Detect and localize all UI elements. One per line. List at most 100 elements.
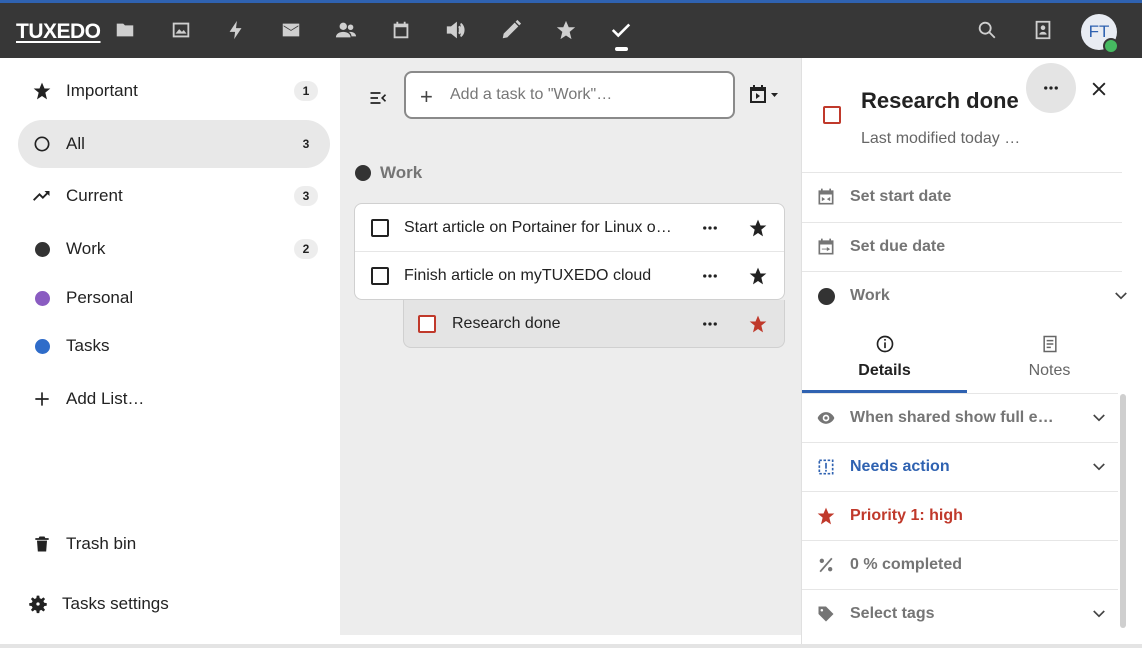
task-checkbox[interactable]: [371, 267, 389, 285]
chevron-down-icon[interactable]: [1112, 287, 1130, 305]
due-date-picker-button[interactable]: [748, 83, 780, 107]
alert-box-icon: [815, 456, 837, 478]
task-row[interactable]: Finish article on myTUXEDO cloud: [355, 252, 784, 300]
sidebar-item-all[interactable]: All 3: [18, 120, 330, 168]
task-more-button[interactable]: [698, 216, 722, 240]
list-group-header: Work: [355, 163, 422, 183]
sidebar-item-label: Current: [66, 186, 123, 205]
plus-icon: [32, 389, 52, 409]
tasks-settings-button[interactable]: Tasks settings: [14, 580, 326, 628]
class-select-row[interactable]: When shared show full event: [802, 393, 1118, 442]
notes-icon[interactable]: [497, 16, 525, 44]
sidebar-item-tasks[interactable]: Tasks: [18, 322, 330, 370]
star-icon[interactable]: [747, 313, 769, 335]
add-task-input[interactable]: [450, 81, 720, 109]
list-color-dot: [815, 285, 837, 307]
plus-icon: +: [420, 84, 433, 109]
sidebar-item-important[interactable]: Important 1: [18, 67, 330, 115]
notes-icon: [1042, 335, 1057, 353]
start-date-label: Set start date: [850, 188, 952, 205]
count-badge: 3: [294, 134, 318, 154]
contacts-icon[interactable]: [332, 16, 360, 44]
chevron-down-icon[interactable]: [1090, 458, 1108, 476]
activity-icon[interactable]: [222, 16, 250, 44]
task-checkbox[interactable]: [371, 218, 389, 237]
announcements-icon[interactable]: [442, 16, 470, 44]
trending-icon: [32, 186, 52, 206]
gear-icon: [28, 594, 48, 614]
status-label: Needs action: [850, 458, 950, 475]
task-list-panel: + Work Start article on Portainer for Li…: [340, 58, 801, 635]
count-badge: 3: [294, 186, 318, 206]
mail-icon[interactable]: [277, 16, 305, 44]
files-icon[interactable]: [111, 16, 139, 44]
subtask-checkbox[interactable]: [418, 315, 436, 333]
photos-icon[interactable]: [167, 16, 195, 44]
search-icon[interactable]: [973, 16, 1001, 44]
percent-icon: [815, 554, 837, 576]
add-list-button[interactable]: Add List…: [18, 375, 330, 423]
calendar-select-row[interactable]: Work: [802, 271, 1127, 320]
sidebar-item-label: Personal: [66, 288, 134, 307]
task-title[interactable]: Start article on Portainer for Linux on …: [404, 219, 674, 237]
task-title[interactable]: Finish article on myTUXEDO cloud: [404, 267, 674, 285]
task-more-button[interactable]: [698, 312, 722, 336]
status-select-row[interactable]: Needs action: [802, 442, 1118, 491]
close-details-button[interactable]: [1086, 76, 1112, 102]
eye-icon: [815, 407, 837, 429]
list-color-dot: [355, 165, 371, 181]
trash-bin-button[interactable]: Trash bin: [18, 520, 330, 568]
start-date-row[interactable]: Set start date: [802, 172, 1122, 221]
class-label: When shared show full event: [850, 409, 1062, 426]
due-date-label: Set due date: [850, 238, 946, 255]
sidebar-item-label: All: [66, 134, 85, 153]
sidebar-item-personal[interactable]: Personal: [18, 274, 330, 322]
tab-label: Details: [858, 362, 911, 379]
info-icon: [876, 335, 893, 353]
lists-sidebar: Important 1 All 3 Current 3 Work 2 Perso…: [0, 58, 340, 648]
star-icon: [815, 505, 837, 527]
priority-row[interactable]: Priority 1: high: [802, 491, 1118, 540]
app-logo[interactable]: TUXEDO: [16, 20, 101, 44]
count-badge: 1: [294, 81, 318, 101]
task-row[interactable]: Research done: [404, 300, 784, 348]
sidebar-item-current[interactable]: Current 3: [18, 172, 330, 220]
sidebar-item-work[interactable]: Work 2: [18, 225, 330, 273]
chevron-down-icon[interactable]: [1090, 409, 1108, 427]
tab-notes[interactable]: Notes: [967, 321, 1132, 393]
sidebar-item-label: Add List…: [66, 389, 145, 408]
close-icon: [1092, 82, 1106, 96]
task-complete-checkbox[interactable]: [823, 106, 841, 124]
task-details-panel: Research done Last modified today … Set …: [801, 58, 1142, 648]
contacts-menu-icon[interactable]: [1029, 16, 1057, 44]
calendar-icon[interactable]: [387, 16, 415, 44]
tasks-icon[interactable]: [607, 16, 635, 44]
last-modified-text: Last modified today …: [861, 130, 1021, 147]
task-more-button[interactable]: [698, 264, 722, 288]
more-horizontal-icon: [1044, 86, 1058, 90]
sidebar-item-label: Trash bin: [66, 534, 137, 553]
task-card: Start article on Portainer for Linux on …: [354, 203, 785, 300]
priority-label: Priority 1: high: [850, 507, 963, 524]
detail-tabs: Details Notes: [802, 321, 1122, 393]
add-task-field[interactable]: +: [404, 71, 735, 119]
task-row[interactable]: Start article on Portainer for Linux on …: [355, 204, 784, 252]
task-actions-button[interactable]: [1026, 63, 1076, 113]
list-color-dot: [32, 288, 52, 308]
favorites-icon[interactable]: [552, 16, 580, 44]
details-scrollbar[interactable]: [1120, 394, 1126, 628]
circle-icon: [32, 134, 52, 154]
toggle-sidebar-button[interactable]: [364, 84, 392, 112]
chevron-down-icon[interactable]: [1090, 605, 1108, 623]
tags-select-row[interactable]: Select tags: [802, 589, 1118, 638]
tab-details[interactable]: Details: [802, 321, 967, 393]
task-title[interactable]: Research done: [452, 315, 672, 333]
sidebar-item-label: Work: [66, 239, 106, 258]
menu-collapse-icon: [370, 92, 387, 104]
due-date-row[interactable]: Set due date: [802, 222, 1122, 271]
star-icon[interactable]: [747, 217, 769, 239]
subtask-row[interactable]: Research done: [403, 300, 785, 348]
task-detail-title[interactable]: Research done: [861, 88, 1019, 114]
percent-complete-row[interactable]: 0 % completed: [802, 540, 1118, 589]
star-icon[interactable]: [747, 265, 769, 287]
